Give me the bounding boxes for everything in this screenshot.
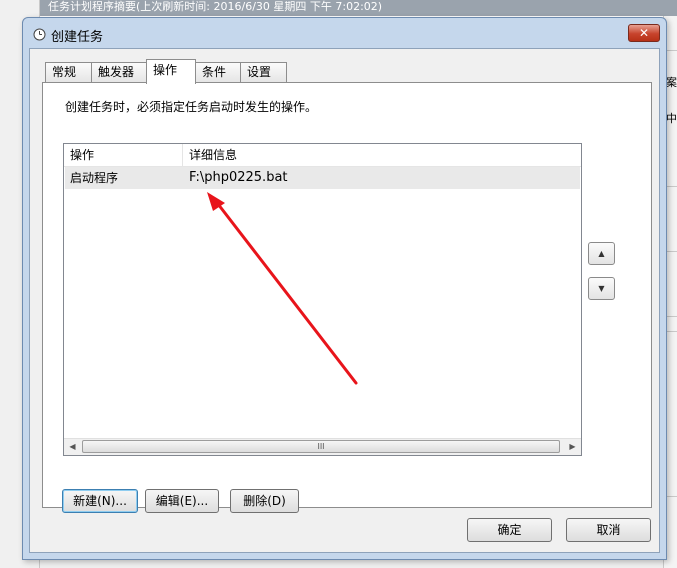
background-window-title: 任务计划程序摘要(上次刷新时间: 2016/6/30 星期四 下午 7:02:0…	[40, 0, 677, 16]
create-task-dialog: 创建任务 ✕ 常规 触发器 操作 条件 设置 创建任务时，必须指定任务启动时发生…	[22, 17, 667, 560]
dialog-client-area: 常规 触发器 操作 条件 设置 创建任务时，必须指定任务启动时发生的操作。 操作…	[29, 48, 660, 553]
tab-general[interactable]: 常规	[45, 62, 92, 83]
arrow-down-icon: ▼	[598, 284, 605, 293]
cancel-button[interactable]: 取消	[566, 518, 651, 542]
actions-list[interactable]: 操作 详细信息 启动程序 F:\php0225.bat ◀ III ▶	[63, 143, 582, 456]
move-down-button[interactable]: ▼	[588, 277, 615, 300]
action-cell: 启动程序	[70, 171, 119, 185]
background-text: 案	[666, 76, 677, 89]
tab-conditions[interactable]: 条件	[195, 62, 241, 83]
dialog-titlebar[interactable]: 创建任务 ✕	[23, 18, 666, 48]
details-cell: F:\php0225.bat	[189, 170, 288, 185]
list-row[interactable]: 启动程序 F:\php0225.bat	[65, 167, 580, 189]
dialog-title: 创建任务	[51, 30, 104, 45]
tab-actions[interactable]: 操作	[146, 59, 196, 84]
edit-action-button[interactable]: 编辑(E)...	[145, 489, 219, 513]
ok-button[interactable]: 确定	[467, 518, 552, 542]
tab-triggers[interactable]: 触发器	[91, 62, 147, 83]
horizontal-scrollbar[interactable]: ◀ III ▶	[64, 438, 581, 455]
delete-action-button[interactable]: 删除(D)	[230, 489, 299, 513]
move-up-button[interactable]: ▲	[588, 242, 615, 265]
close-icon: ✕	[638, 26, 650, 40]
actions-description: 创建任务时，必须指定任务启动时发生的操作。	[65, 100, 318, 114]
column-header-action[interactable]: 操作	[64, 144, 183, 166]
scrollbar-thumb[interactable]: III	[82, 440, 560, 453]
close-button[interactable]: ✕	[628, 24, 660, 42]
scroll-left-icon[interactable]: ◀	[64, 439, 81, 455]
clock-icon	[33, 28, 46, 44]
column-header-details[interactable]: 详细信息	[183, 144, 581, 166]
actions-tab-panel: 创建任务时，必须指定任务启动时发生的操作。 操作 详细信息 启动程序 F:\ph…	[42, 82, 652, 513]
arrow-up-icon: ▲	[598, 249, 605, 258]
tab-settings[interactable]: 设置	[240, 62, 287, 83]
new-action-button[interactable]: 新建(N)...	[62, 489, 138, 513]
list-header: 操作 详细信息	[64, 144, 581, 167]
scroll-right-icon[interactable]: ▶	[564, 439, 581, 455]
background-text: 中	[666, 112, 677, 125]
